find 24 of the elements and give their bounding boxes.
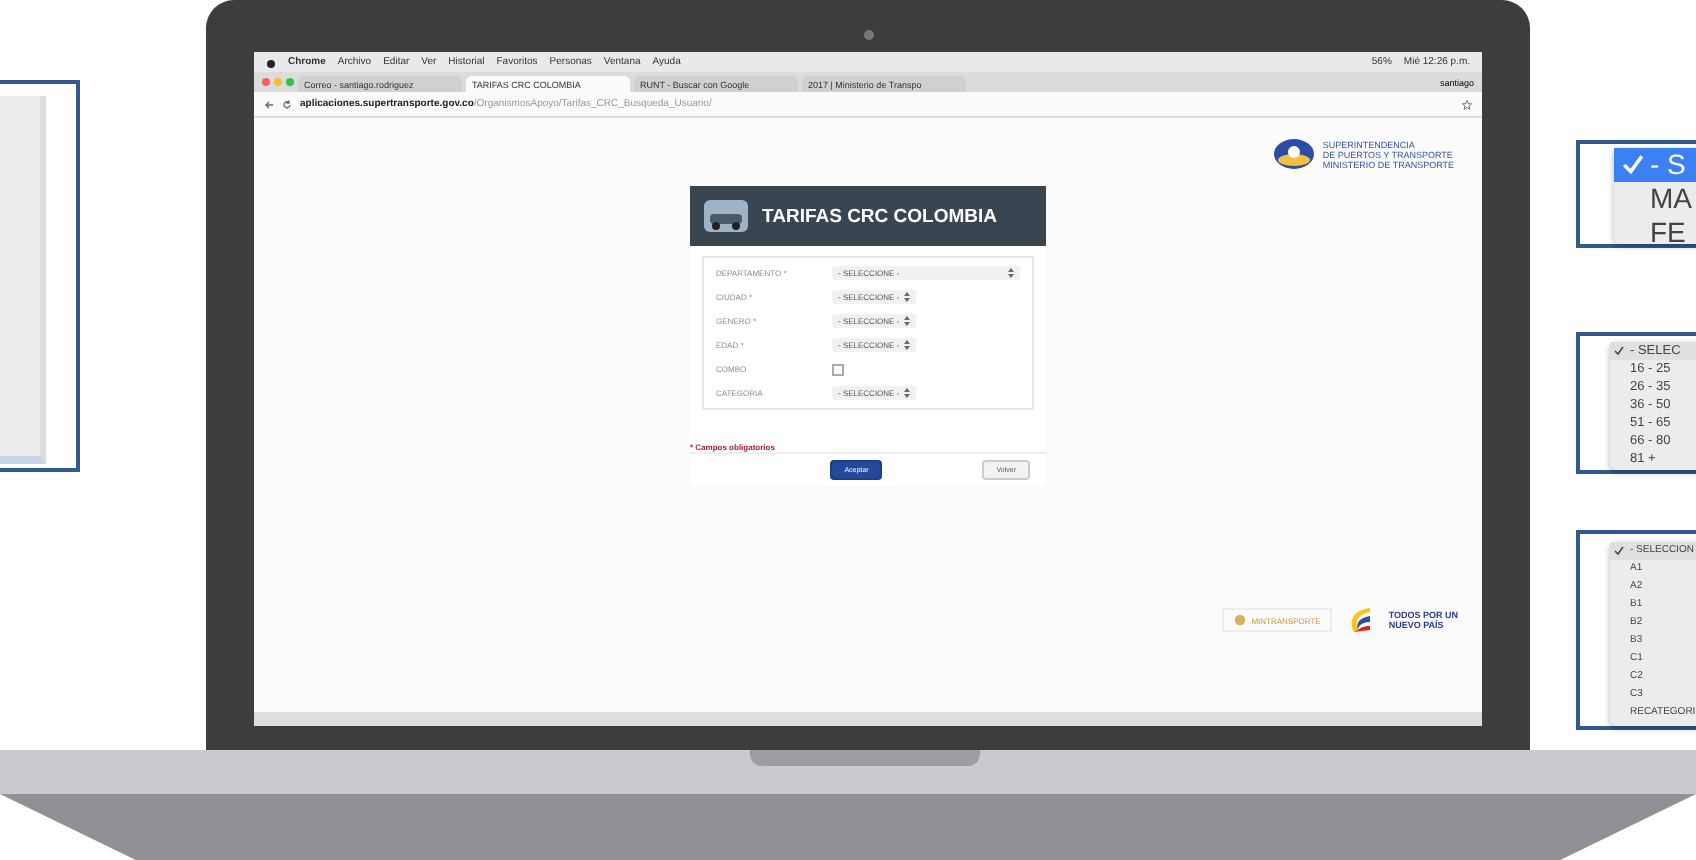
updown-arrows-icon xyxy=(903,292,910,302)
car-icon xyxy=(702,198,750,234)
close-dot-icon xyxy=(262,78,270,86)
updown-arrows-icon xyxy=(903,316,910,326)
flag-swoosh-icon xyxy=(1348,606,1373,634)
form-title: TARIFAS CRC COLOMBIA xyxy=(762,205,998,227)
checkbox[interactable] xyxy=(832,363,844,375)
seal-icon xyxy=(1233,614,1246,626)
dropdown-option[interactable]: MA xyxy=(1614,182,1696,216)
minimize-dot-icon xyxy=(274,78,282,86)
back-icon[interactable] xyxy=(264,99,274,109)
updown-arrows-icon xyxy=(1008,268,1014,278)
dropdown-option[interactable]: FE xyxy=(1614,216,1696,250)
updown-arrows-icon xyxy=(903,388,910,398)
dropdown-option[interactable]: - S xyxy=(1614,148,1696,182)
star-icon[interactable] xyxy=(1462,99,1472,109)
zoom-dot-icon xyxy=(286,78,294,86)
check-icon xyxy=(1614,546,1624,556)
reload-icon[interactable] xyxy=(282,99,292,109)
agency-logo-icon xyxy=(1272,138,1317,170)
check-icon xyxy=(1614,346,1624,356)
camera-icon xyxy=(864,30,874,40)
updown-arrows-icon xyxy=(903,340,910,350)
check-icon xyxy=(1622,154,1644,176)
